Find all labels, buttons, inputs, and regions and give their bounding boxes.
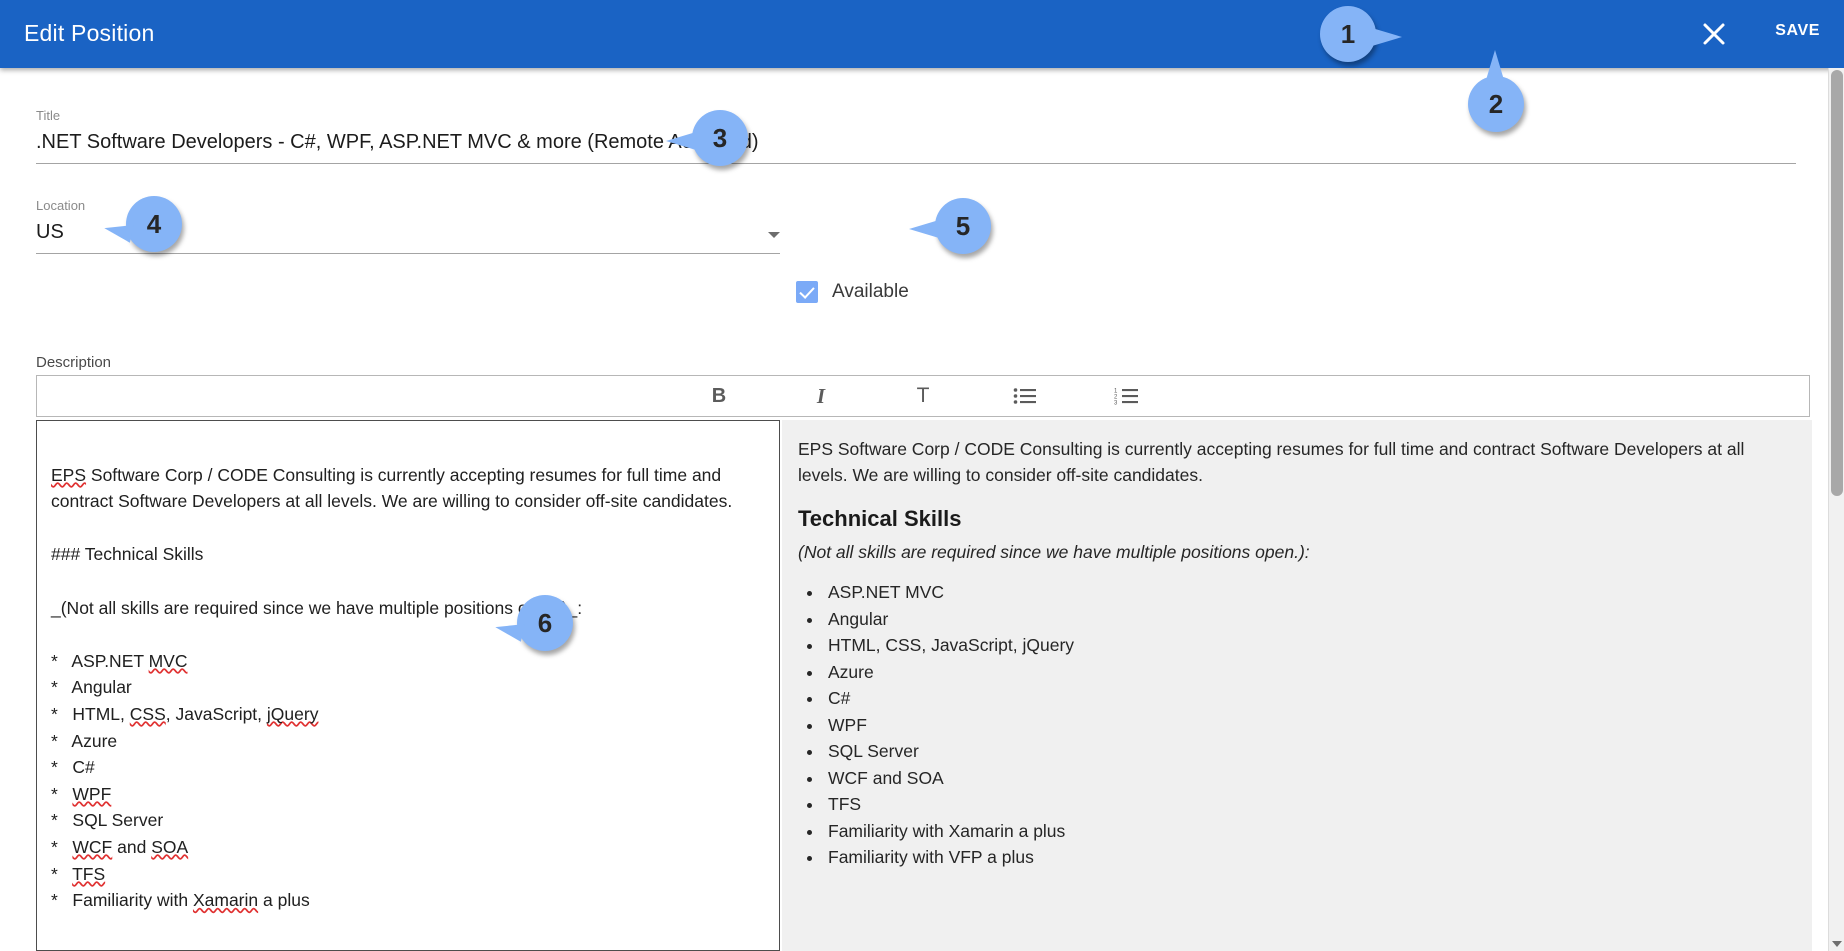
markdown-editor[interactable]: EPS Software Corp / CODE Consulting is c… bbox=[36, 420, 780, 951]
callout-number: 3 bbox=[712, 122, 728, 153]
preview-skill-item: HTML, CSS, JavaScript, jQuery bbox=[824, 632, 1790, 659]
title-field-underline bbox=[36, 163, 1796, 164]
available-checkbox-label: Available bbox=[832, 281, 909, 302]
text-icon[interactable]: T bbox=[898, 376, 948, 416]
location-select-value[interactable]: US bbox=[36, 214, 64, 247]
edit-position-dialog: Edit Position SAVE Title .NET Software D… bbox=[0, 0, 1844, 951]
preview-intro-paragraph: EPS Software Corp / CODE Consulting is c… bbox=[798, 439, 1745, 485]
bulleted-list-icon[interactable] bbox=[1000, 376, 1050, 416]
preview-skill-item: Familiarity with VFP a plus bbox=[824, 844, 1790, 871]
preview-skill-item: Angular bbox=[824, 606, 1790, 633]
callout-tail bbox=[666, 132, 696, 150]
callout-number: 6 bbox=[537, 607, 553, 638]
preview-subheading: (Not all skills are required since we ha… bbox=[798, 542, 1310, 562]
editor-toolbar: B I T 1 2 3 bbox=[36, 375, 1810, 417]
callout-badge-3: 3 bbox=[666, 110, 748, 166]
page-title: Edit Position bbox=[24, 20, 155, 46]
preview-skill-item: WCF and SOA bbox=[824, 765, 1790, 792]
spellcheck-word: SOA bbox=[151, 836, 189, 857]
preview-skill-item: TFS bbox=[824, 791, 1790, 818]
chevron-down-icon[interactable] bbox=[768, 232, 780, 238]
callout-number: 2 bbox=[1488, 88, 1504, 119]
scrollbar-thumb[interactable] bbox=[1831, 70, 1843, 496]
preview-skill-item: SQL Server bbox=[824, 738, 1790, 765]
spellcheck-word: WCF bbox=[72, 836, 113, 857]
save-button[interactable]: SAVE bbox=[1775, 22, 1820, 40]
markdown-editor-text[interactable]: EPS Software Corp / CODE Consulting is c… bbox=[51, 435, 763, 914]
checkbox-checked-icon[interactable] bbox=[796, 281, 818, 303]
callout-number: 4 bbox=[146, 208, 162, 239]
callout-tail bbox=[1486, 50, 1504, 80]
title-field-label: Title bbox=[36, 108, 61, 123]
bold-icon[interactable]: B bbox=[694, 376, 744, 416]
preview-skills-list: ASP.NET MVCAngularHTML, CSS, JavaScript,… bbox=[798, 579, 1790, 871]
callout-badge-6: 6 bbox=[493, 595, 573, 651]
preview-skill-item: Familiarity with Xamarin a plus bbox=[824, 818, 1790, 845]
scroll-down-arrow-icon[interactable] bbox=[1832, 941, 1842, 947]
callout-tail bbox=[909, 220, 939, 238]
italic-icon[interactable]: I bbox=[796, 376, 846, 416]
spellcheck-word: Xamarin bbox=[192, 890, 259, 911]
dialog-body: Title .NET Software Developers - C#, WPF… bbox=[0, 68, 1830, 951]
callout-tail bbox=[1372, 28, 1402, 46]
available-checkbox[interactable]: Available bbox=[796, 281, 909, 303]
preview-skill-item: ASP.NET MVC bbox=[824, 579, 1790, 606]
description-label: Description bbox=[36, 354, 112, 371]
dialog-header: Edit Position SAVE bbox=[0, 0, 1844, 68]
vertical-scrollbar[interactable] bbox=[1828, 68, 1844, 951]
svg-text:3: 3 bbox=[1114, 401, 1118, 406]
preview-skill-item: Azure bbox=[824, 659, 1790, 686]
callout-badge-1: 1 bbox=[1320, 6, 1402, 62]
preview-skill-item: C# bbox=[824, 685, 1790, 712]
location-field-underline bbox=[36, 253, 780, 254]
callout-badge-4: 4 bbox=[102, 196, 182, 252]
callout-number: 1 bbox=[1340, 18, 1356, 49]
markdown-preview: EPS Software Corp / CODE Consulting is c… bbox=[782, 420, 1812, 951]
title-field[interactable]: Title .NET Software Developers - C#, WPF… bbox=[36, 108, 1796, 164]
preview-heading: Technical Skills bbox=[798, 506, 962, 531]
callout-badge-2: 2 bbox=[1468, 50, 1524, 132]
callout-badge-5: 5 bbox=[909, 198, 991, 254]
spellcheck-word: TFS bbox=[72, 863, 106, 884]
title-input[interactable]: .NET Software Developers - C#, WPF, ASP.… bbox=[36, 124, 1796, 157]
spellcheck-word: MVC bbox=[148, 650, 188, 671]
spellcheck-word: EPS bbox=[51, 464, 87, 485]
spellcheck-word: WPF bbox=[72, 783, 112, 804]
spellcheck-word: CSS bbox=[129, 703, 166, 724]
callout-number: 5 bbox=[955, 210, 971, 241]
numbered-list-icon[interactable]: 1 2 3 bbox=[1102, 376, 1152, 416]
close-icon[interactable] bbox=[1696, 16, 1732, 52]
spellcheck-word: jQuery bbox=[266, 703, 319, 724]
preview-skill-item: WPF bbox=[824, 712, 1790, 739]
